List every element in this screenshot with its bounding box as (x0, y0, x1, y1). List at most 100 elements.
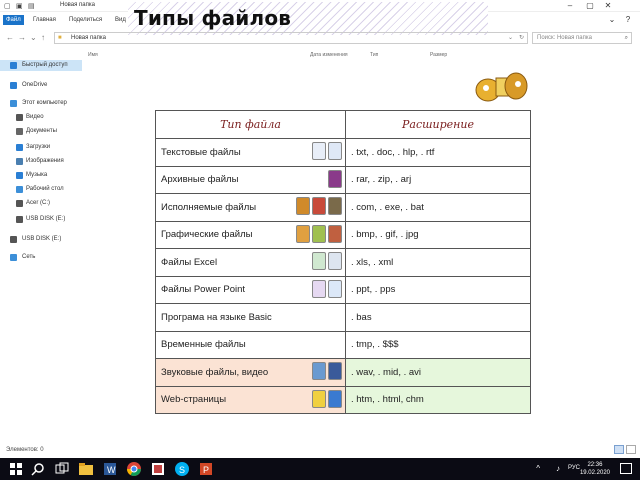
extension-cell: . bas (345, 303, 531, 332)
file-type-label: Временные файлы (161, 339, 246, 351)
sidebar-item[interactable]: Acer (C:) (0, 198, 82, 209)
search-icon[interactable] (30, 461, 46, 477)
usb-icon (10, 236, 17, 243)
tab-home[interactable]: Главная (30, 15, 59, 25)
tab-view[interactable]: Вид (112, 15, 129, 25)
table-row: Графические файлы . bmp, . gif, . jpg (155, 220, 531, 249)
file-type-cell: Временные файлы (155, 330, 346, 359)
table-row: Файлы Excel . xls, . xml (155, 248, 531, 277)
column-size[interactable]: Размер (430, 52, 447, 58)
skype-icon[interactable]: S (174, 461, 190, 477)
drive-icon (16, 200, 23, 207)
sidebar-item-label: Музыка (26, 172, 48, 178)
sidebar-item-label: Сеть (22, 254, 36, 260)
powerpoint-icon[interactable]: P (198, 461, 214, 477)
sidebar-item-label: Acer (C:) (26, 200, 50, 206)
sidebar-item[interactable]: USB DISK (E:) (0, 234, 82, 245)
help-icon[interactable]: ? (620, 15, 636, 25)
address-input[interactable]: ■ Новая папка ⌄ ↻ (54, 32, 528, 44)
tiles-view-icon[interactable] (626, 445, 636, 454)
star-icon (10, 62, 17, 69)
sidebar-item-label: Документы (26, 128, 57, 134)
files-clipart-icon (475, 72, 528, 102)
extension-cell: . tmp, . $$$ (345, 330, 531, 359)
address-path: Новая папка (71, 35, 106, 41)
explorer-window: ▢ ▣ ▤ Новая папка – ▢ ✕ Файл Главная Под… (0, 0, 640, 458)
file-type-icon (312, 252, 326, 270)
sidebar-item[interactable]: Рабочий стол (0, 184, 82, 195)
folder-icon[interactable]: ▤ (28, 2, 35, 10)
tab-share[interactable]: Поделиться (66, 15, 105, 25)
file-icons-group (312, 142, 342, 163)
file-icons-group (312, 389, 342, 411)
chrome-icon[interactable] (126, 461, 142, 477)
back-icon[interactable]: ← (6, 33, 14, 42)
app-icon[interactable] (150, 461, 166, 477)
chevron-down-icon[interactable]: ⌄ (508, 33, 513, 43)
file-type-icon (312, 279, 326, 298)
up-icon[interactable]: ↑ (41, 33, 45, 42)
column-type[interactable]: Тип (370, 52, 378, 58)
file-type-label: Файлы Power Point (161, 284, 246, 296)
recent-icon[interactable]: ⌄ (30, 33, 37, 42)
sidebar-item-label: USB DISK (E:) (22, 236, 62, 242)
notifications-icon[interactable] (620, 463, 632, 474)
sidebar-item-label: Видео (26, 114, 44, 120)
minimize-button[interactable]: – (562, 1, 578, 11)
svg-text:S: S (179, 465, 185, 475)
clock[interactable]: 22:36 19.02.2020 (580, 461, 610, 477)
sidebar-item[interactable]: Музыка (0, 170, 82, 181)
quick-access-icon[interactable]: ▢ (4, 2, 11, 10)
language-indicator[interactable]: РУС (568, 465, 580, 471)
file-explorer-icon[interactable] (78, 461, 94, 477)
tray-arrow-icon[interactable]: ^ (536, 464, 540, 473)
search-input[interactable]: Поиск: Новая папка ⌕ (532, 32, 632, 44)
file-type-cell: Файлы Power Point (155, 275, 346, 304)
sidebar-item-label: Этот компьютер (22, 100, 67, 106)
forward-icon[interactable]: → (18, 33, 26, 42)
word-icon[interactable]: W (102, 461, 118, 477)
extension-cell: . xls, . xml (345, 248, 531, 277)
column-name[interactable]: Имя (88, 52, 98, 58)
file-type-icon (312, 389, 326, 408)
windows-start-icon[interactable] (8, 461, 24, 477)
clock-time: 22:36 (587, 462, 603, 468)
volume-icon[interactable]: ♪ (556, 464, 560, 473)
file-type-icon (328, 169, 342, 188)
task-view-icon[interactable] (54, 461, 70, 477)
header-file-type: Тип файла (155, 110, 346, 139)
address-bar-row: ← → ⌄ ↑ ■ Новая папка ⌄ ↻ Поиск: Новая п… (0, 30, 640, 46)
chevron-down-icon[interactable]: ⌄ (604, 15, 620, 25)
music-icon (16, 172, 23, 179)
file-types-table: Тип файла Расширение Текстовые файлы . tx… (155, 110, 531, 414)
file-type-label: Файлы Excel (161, 256, 218, 268)
sidebar-item[interactable]: Изображения (0, 156, 82, 167)
sidebar-item[interactable]: Этот компьютер (0, 98, 82, 109)
search-placeholder: Поиск: Новая папка (537, 35, 592, 41)
file-type-icon (312, 197, 326, 215)
clock-date: 19.02.2020 (579, 470, 610, 476)
page-title: Типы файлов (134, 6, 292, 30)
sidebar-item[interactable]: Видео (0, 112, 82, 123)
save-icon[interactable]: ▣ (16, 2, 23, 10)
refresh-icon[interactable]: ↻ (519, 33, 524, 43)
file-type-cell: Файлы Excel (155, 248, 346, 277)
close-button[interactable]: ✕ (600, 1, 616, 11)
details-view-icon[interactable] (614, 445, 624, 454)
table-row: Временные файлы . tmp, . $$$ (155, 330, 531, 359)
sidebar-item[interactable]: Загрузки (0, 142, 82, 153)
sidebar-item[interactable]: Быстрый доступ (0, 60, 82, 71)
folder-icon: ■ (58, 35, 62, 41)
sidebar-item[interactable]: OneDrive (0, 80, 82, 91)
sidebar-item[interactable]: Документы (0, 126, 82, 137)
file-type-cell: Графические файлы (155, 220, 346, 249)
column-date[interactable]: Дата изменения (310, 52, 348, 58)
tab-file[interactable]: Файл (3, 15, 24, 25)
search-icon: ⌕ (624, 35, 628, 41)
file-type-label: Web-страницы (161, 394, 227, 406)
maximize-button[interactable]: ▢ (582, 1, 598, 11)
sidebar-item[interactable]: USB DISK (E:) (0, 214, 82, 225)
video-icon (16, 114, 23, 121)
file-type-icon (312, 224, 326, 243)
sidebar-item[interactable]: Сеть (0, 252, 82, 263)
